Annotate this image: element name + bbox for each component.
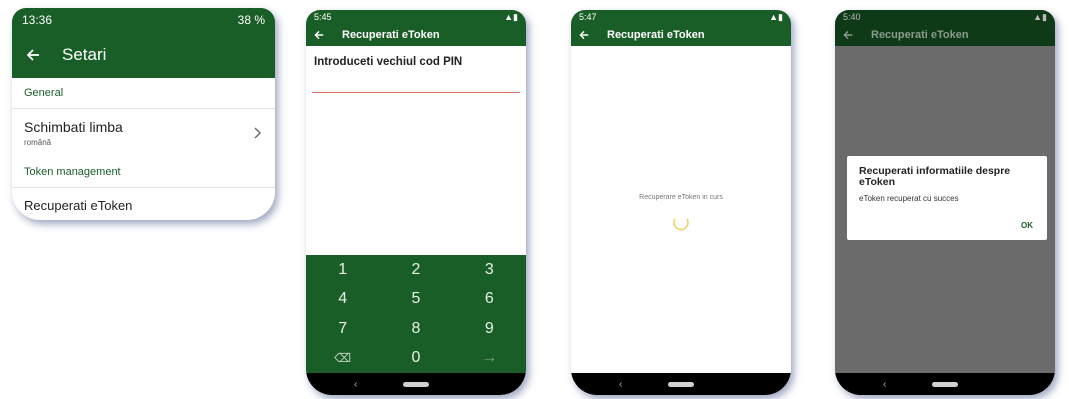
- key-5[interactable]: 5: [379, 285, 452, 315]
- chevron-right-icon: [253, 127, 261, 139]
- dialog-ok-button[interactable]: OK: [1021, 221, 1033, 230]
- submit-arrow-icon[interactable]: →: [453, 344, 526, 374]
- page-title: Recuperati eToken: [342, 29, 440, 41]
- pin-prompt: Introduceti vechiul cod PIN: [314, 56, 463, 68]
- recovery-success-screen: 5:40 ▲▮ Recuperati eToken Recuperati inf…: [835, 10, 1055, 395]
- key-4[interactable]: 4: [306, 285, 379, 315]
- status-icons: ▲▮: [769, 11, 783, 22]
- pin-entry-screen: 5:45 ▲▮ Recuperati eToken Introduceti ve…: [306, 10, 526, 395]
- key-7[interactable]: 7: [306, 314, 379, 344]
- pin-input[interactable]: [312, 92, 520, 93]
- recover-etoken-row[interactable]: Recuperati eToken: [12, 188, 275, 220]
- key-8[interactable]: 8: [379, 314, 452, 344]
- app-bar: Recuperati eToken: [835, 24, 1055, 46]
- backspace-icon[interactable]: ⌫: [306, 344, 379, 374]
- status-bar: 5:45 ▲▮: [306, 10, 526, 24]
- system-nav-bar: ‹: [571, 373, 791, 395]
- section-header-token: Token management: [24, 166, 121, 178]
- key-0[interactable]: 0: [379, 344, 452, 374]
- app-bar: Setari: [12, 32, 275, 78]
- numeric-keypad: 1 2 3 4 5 6 7 8 9 ⌫ 0 →: [306, 255, 526, 373]
- success-dialog: Recuperati informatiile despre eToken eT…: [847, 156, 1047, 240]
- progress-text: Recuperare eToken in curs: [639, 194, 723, 201]
- back-arrow-icon[interactable]: [314, 30, 324, 40]
- recover-etoken-label: Recuperati eToken: [24, 197, 133, 213]
- dialog-message: eToken recuperat cu succes: [859, 194, 959, 204]
- key-6[interactable]: 6: [453, 285, 526, 315]
- settings-screen: 13:36 38 % Setari General Schimbati limb…: [12, 8, 275, 220]
- nav-back-icon[interactable]: ‹: [619, 379, 622, 390]
- key-2[interactable]: 2: [379, 255, 452, 285]
- nav-home-pill[interactable]: [668, 381, 694, 387]
- nav-home-pill[interactable]: [403, 381, 429, 387]
- status-time: 5:47: [579, 12, 597, 22]
- change-language-row[interactable]: Schimbati limba română: [12, 109, 275, 161]
- back-arrow-icon: [843, 30, 853, 40]
- status-icons: ▲▮: [1033, 11, 1047, 22]
- status-time: 13:36: [22, 13, 53, 27]
- key-9[interactable]: 9: [453, 314, 526, 344]
- back-arrow-icon[interactable]: [26, 48, 40, 62]
- page-title: Recuperati eToken: [607, 29, 705, 41]
- status-bar: 5:47 ▲▮: [571, 10, 791, 24]
- status-battery: 38 %: [237, 13, 265, 27]
- language-value: română: [24, 138, 52, 147]
- nav-back-icon[interactable]: ‹: [354, 379, 357, 390]
- nav-home-pill[interactable]: [932, 381, 958, 387]
- key-3[interactable]: 3: [453, 255, 526, 285]
- loading-spinner-icon: [671, 213, 691, 233]
- app-bar: Recuperati eToken: [306, 24, 526, 46]
- dialog-title: Recuperati informatiile despre eToken: [859, 165, 1011, 189]
- status-icons: ▲▮: [504, 11, 518, 22]
- system-nav-bar: ‹: [306, 373, 526, 395]
- status-time: 5:45: [314, 12, 332, 22]
- status-bar: 13:36 38 %: [12, 8, 275, 32]
- app-bar: Recuperati eToken: [571, 24, 791, 46]
- status-bar: 5:40 ▲▮: [835, 10, 1055, 24]
- recovery-progress-screen: 5:47 ▲▮ Recuperati eToken Recuperare eTo…: [571, 10, 791, 395]
- system-nav-bar: ‹: [835, 373, 1055, 395]
- page-title: Setari: [62, 45, 107, 64]
- change-language-label: Schimbati limba: [24, 119, 123, 135]
- section-header-general: General: [24, 87, 64, 99]
- nav-back-icon[interactable]: ‹: [883, 379, 886, 390]
- page-title: Recuperati eToken: [871, 29, 969, 41]
- back-arrow-icon[interactable]: [579, 30, 589, 40]
- status-time: 5:40: [843, 12, 861, 22]
- key-1[interactable]: 1: [306, 255, 379, 285]
